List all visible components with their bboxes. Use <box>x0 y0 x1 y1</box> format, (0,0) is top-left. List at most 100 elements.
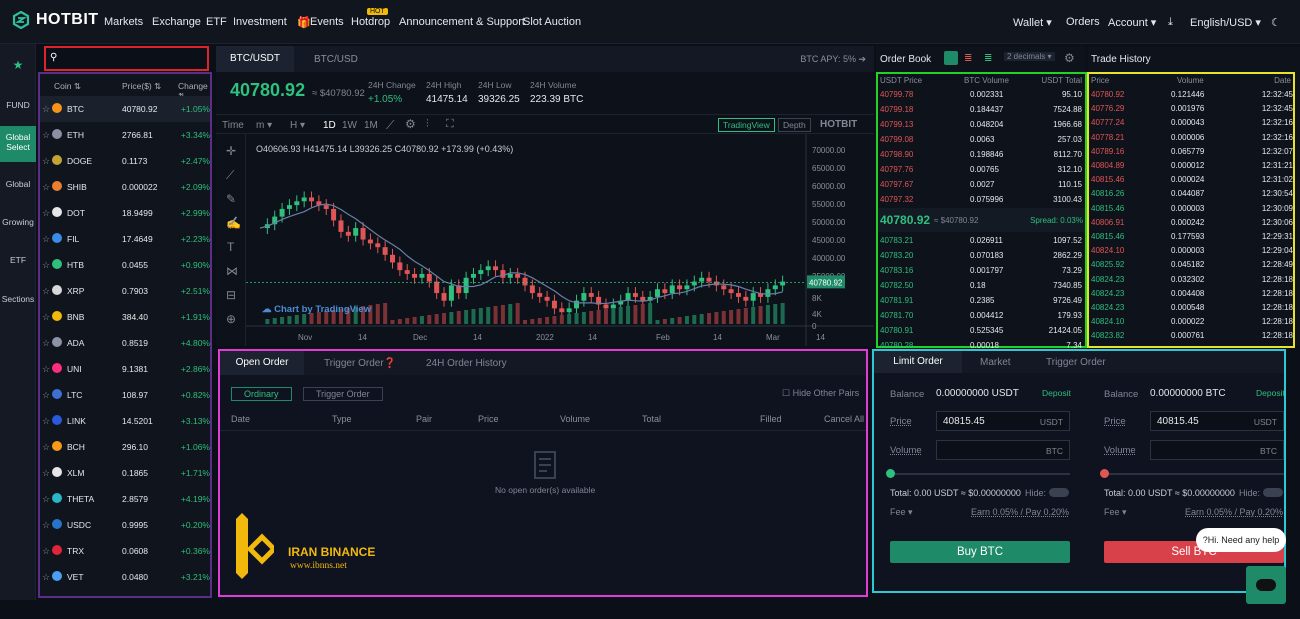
toolbar-1m[interactable]: 1M <box>364 120 378 131</box>
asks-row[interactable]: 40798.90 0.198846 8112.70 <box>878 148 1084 162</box>
book-asks-icon[interactable]: ≣ <box>964 53 972 64</box>
coin-row[interactable]: ☆ LINK 14.5201 +3.13% <box>40 408 210 434</box>
star-icon[interactable]: ★ <box>0 58 36 72</box>
nav-events[interactable]: Events <box>310 16 344 28</box>
favorite-star-icon[interactable]: ☆ <box>42 312 50 323</box>
favorite-star-icon[interactable]: ☆ <box>42 572 50 583</box>
coin-row[interactable]: ☆ DOGE 0.1173 +2.47% <box>40 148 210 174</box>
hide-other-pairs[interactable]: ☐ Hide Other Pairs <box>782 388 859 399</box>
toolbar-time[interactable]: Time <box>222 120 244 131</box>
bids-row[interactable]: 40783.20 0.070183 2862.29 <box>878 249 1084 263</box>
favorite-star-icon[interactable]: ☆ <box>42 104 50 115</box>
favorite-star-icon[interactable]: ☆ <box>42 156 50 167</box>
indicator-icon[interactable]: ⟋ <box>386 118 394 133</box>
chart-type-icon[interactable]: ⫶ <box>426 118 429 131</box>
nav-account[interactable]: Account ▾ <box>1108 16 1156 29</box>
favorite-star-icon[interactable]: ☆ <box>42 520 50 531</box>
coin-row[interactable]: ☆ TRX 0.0608 +0.36% <box>40 538 210 564</box>
favorite-star-icon[interactable]: ☆ <box>42 416 50 427</box>
chat-help-bubble[interactable]: ?Hi. Need any help <box>1196 528 1286 552</box>
bids-row[interactable]: 40783.21 0.026911 1097.52 <box>878 234 1084 248</box>
sidebar-item-growing[interactable]: Growing <box>0 217 36 227</box>
coin-row[interactable]: ☆ XRP 0.7903 +2.51% <box>40 278 210 304</box>
coin-row[interactable]: ☆ ADA 0.8519 +4.80% <box>40 330 210 356</box>
favorite-star-icon[interactable]: ☆ <box>42 468 50 479</box>
nav-markets[interactable]: Markets <box>104 16 143 28</box>
nav-etf[interactable]: ETF <box>206 16 227 28</box>
col-coin[interactable]: Coin ⇅ <box>54 81 81 92</box>
favorite-star-icon[interactable]: ☆ <box>42 494 50 505</box>
favorite-star-icon[interactable]: ☆ <box>42 260 50 271</box>
sidebar-item-global[interactable]: Global <box>0 179 36 189</box>
toolbar-1d[interactable]: 1D <box>323 120 336 131</box>
text-tool-icon[interactable]: T <box>227 240 234 254</box>
tab-trigger-order[interactable]: Trigger Order <box>1046 357 1106 368</box>
nav-orders[interactable]: Orders <box>1066 16 1100 28</box>
crosshair-icon[interactable]: ✛ <box>226 144 236 158</box>
coin-search-input[interactable]: ⚲ <box>44 46 209 71</box>
tab-btc-usd[interactable]: BTC/USD <box>314 54 358 65</box>
nav-hotdrop[interactable]: Hotdrop <box>351 16 390 28</box>
nav-slot-auction[interactable]: Slot Auction <box>523 16 581 28</box>
toolbar-1w[interactable]: 1W <box>342 120 357 131</box>
coin-row[interactable]: ☆ FIL 17.4649 +2.23% <box>40 226 210 252</box>
asks-row[interactable]: 40797.32 0.075996 3100.43 <box>878 193 1084 207</box>
nav-language[interactable]: English/USD ▾ <box>1190 16 1261 29</box>
favorite-star-icon[interactable]: ☆ <box>42 286 50 297</box>
sell-price-input[interactable]: 40815.45 USDT <box>1150 411 1284 431</box>
tab-trigger-order[interactable]: Trigger Order❓ <box>324 358 396 369</box>
coin-row[interactable]: ☆ ETH 2766.81 +3.34% <box>40 122 210 148</box>
coin-row[interactable]: ☆ UNI 9.1381 +2.86% <box>40 356 210 382</box>
sell-volume-input[interactable]: BTC <box>1150 440 1284 460</box>
coin-row[interactable]: ☆ HTB 0.0455 +0.90% <box>40 252 210 278</box>
pattern-icon[interactable]: ⋈ <box>226 264 238 278</box>
col-price[interactable]: Price($) ⇅ <box>122 81 161 92</box>
cancel-all-button[interactable]: Cancel All <box>824 414 864 424</box>
bids-row[interactable]: 40780.91 0.525345 21424.05 <box>878 324 1084 338</box>
coin-row[interactable]: ☆ XLM 0.1865 +1.71% <box>40 460 210 486</box>
book-settings-icon[interactable]: ⚙ <box>1064 51 1075 65</box>
subtab-ordinary[interactable]: Ordinary <box>231 387 292 401</box>
favorite-star-icon[interactable]: ☆ <box>42 182 50 193</box>
buy-deposit-link[interactable]: Deposit <box>1042 388 1071 398</box>
brush-icon[interactable]: ✍ <box>226 216 241 230</box>
coin-row[interactable]: ☆ LTC 108.97 +0.82% <box>40 382 210 408</box>
sell-slider[interactable] <box>1104 473 1284 475</box>
asks-row[interactable]: 40797.76 0.00765 312.10 <box>878 163 1084 177</box>
buy-hide-toggle[interactable] <box>1049 488 1069 497</box>
book-bids-icon[interactable]: ≣ <box>984 53 992 64</box>
fib-icon[interactable]: ✎ <box>226 192 236 206</box>
favorite-star-icon[interactable]: ☆ <box>42 442 50 453</box>
favorite-star-icon[interactable]: ☆ <box>42 338 50 349</box>
coin-row[interactable]: ☆ VET 0.0480 +3.21% <box>40 564 210 590</box>
buy-volume-input[interactable]: BTC <box>936 440 1070 460</box>
book-both-icon[interactable] <box>944 51 958 65</box>
coin-row[interactable]: ☆ BNB 384.40 +1.91% <box>40 304 210 330</box>
subtab-trigger[interactable]: Trigger Order <box>303 387 383 401</box>
moon-icon[interactable]: ☾ <box>1271 16 1281 29</box>
bids-row[interactable]: 40781.91 0.2385 9726.49 <box>878 294 1084 308</box>
sell-deposit-link[interactable]: Deposit <box>1256 388 1284 398</box>
favorite-star-icon[interactable]: ☆ <box>42 130 50 141</box>
sell-slider-handle[interactable] <box>1100 469 1109 478</box>
asks-row[interactable]: 40799.13 0.048204 1966.68 <box>878 118 1084 132</box>
favorite-star-icon[interactable]: ☆ <box>42 208 50 219</box>
measure-icon[interactable]: ⊟ <box>226 288 236 302</box>
trendline-icon[interactable]: ⟋ <box>226 168 234 183</box>
tab-24h-history[interactable]: 24H Order History <box>426 358 507 369</box>
nav-investment[interactable]: Investment <box>233 16 287 28</box>
sell-fee-label[interactable]: Fee ▾ <box>1104 507 1127 518</box>
toolbar-minutes[interactable]: m ▾ <box>256 120 272 131</box>
coin-row[interactable]: ☆ USDC 0.9995 +0.20% <box>40 512 210 538</box>
tradingview-button[interactable]: TradingView <box>718 118 775 132</box>
buy-price-input[interactable]: 40815.45 USDT <box>936 411 1070 431</box>
favorite-star-icon[interactable]: ☆ <box>42 364 50 375</box>
settings-icon[interactable]: ⚙ <box>405 117 416 131</box>
asks-row[interactable]: 40799.18 0.184437 7524.88 <box>878 103 1084 117</box>
favorite-star-icon[interactable]: ☆ <box>42 234 50 245</box>
nav-wallet[interactable]: Wallet ▾ <box>1013 16 1052 29</box>
bids-row[interactable]: 40781.70 0.004412 179.93 <box>878 309 1084 323</box>
buy-btc-button[interactable]: Buy BTC <box>890 541 1070 563</box>
bids-row[interactable]: 40782.50 0.18 7340.85 <box>878 279 1084 293</box>
coin-row[interactable]: ☆ THETA 2.8579 +4.19% <box>40 486 210 512</box>
